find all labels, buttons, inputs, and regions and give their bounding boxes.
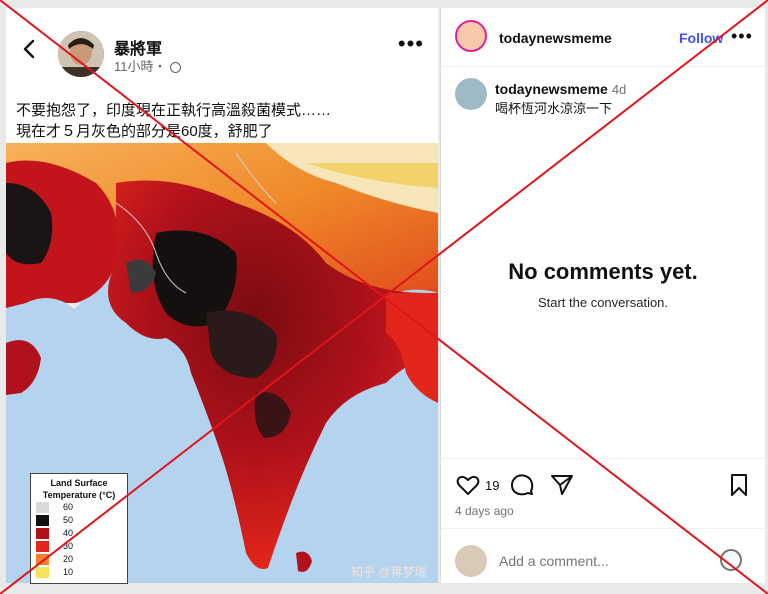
post-time[interactable]: 11小時・ (114, 59, 167, 74)
image-watermark: 知乎 @蒋梦瑞 (351, 565, 427, 579)
empty-comments-title: No comments yet. (508, 259, 698, 284)
legend-swatch (36, 502, 49, 513)
legend-swatch (36, 567, 49, 578)
follow-button[interactable]: Follow (679, 30, 723, 46)
legend-swatch (36, 554, 49, 565)
caption-author: todaynewsmeme 4d (495, 81, 626, 97)
legend-value: 40 (63, 528, 74, 538)
legend-row: 30 (31, 540, 127, 553)
legend-value: 20 (63, 554, 74, 564)
caption-username[interactable]: todaynewsmeme (495, 81, 608, 97)
caption-text: 喝杯恆河水涼涼一下 (495, 101, 613, 116)
divider (441, 458, 765, 459)
empty-comments-subtitle: Start the conversation. (537, 295, 669, 310)
legend-row: 20 (31, 553, 127, 566)
screenshot-frame: 暴將軍 11小時・ ••• 不要抱怨了，印度現在正執行高溫殺菌模式…… 現在才５… (0, 0, 768, 594)
back-arrow-icon[interactable] (18, 38, 40, 60)
more-icon[interactable]: ••• (398, 33, 424, 55)
caption-avatar[interactable] (455, 78, 487, 110)
legend-value: 30 (63, 541, 74, 551)
share-icon[interactable] (549, 472, 575, 498)
post-date: 4 days ago (455, 504, 514, 518)
current-user-avatar (455, 545, 487, 577)
profile-username[interactable]: todaynewsmeme (499, 30, 612, 46)
globe-icon (169, 62, 181, 73)
panel-header: todaynewsmeme Follow ••• (441, 8, 765, 67)
post-meta: 11小時・ (114, 56, 181, 75)
caption-age: 4d (611, 82, 627, 97)
caption-line-1: 不要抱怨了，印度現在正執行高溫殺菌模式…… (16, 102, 332, 119)
divider (441, 528, 765, 529)
bookmark-icon[interactable] (726, 472, 752, 498)
post-caption: 不要抱怨了，印度現在正執行高溫殺菌模式…… 現在才５月灰色的部分是60度，舒肥了 (16, 100, 331, 142)
caption-line-2: 現在才５月灰色的部分是60度，舒肥了 (16, 123, 273, 140)
legend-row: 50 (31, 514, 127, 527)
heart-icon[interactable] (455, 472, 481, 498)
legend-swatch (36, 528, 49, 539)
post-header: 暴將軍 11小時・ ••• (6, 8, 438, 93)
emoji-icon[interactable] (720, 549, 742, 571)
instagram-comments-panel: todaynewsmeme Follow ••• todaynewsmeme 4d… (440, 8, 765, 583)
temperature-legend: Land Surface Temperature (°C) 60 50 40 3… (30, 473, 128, 584)
legend-value: 10 (63, 567, 74, 577)
profile-avatar[interactable] (455, 20, 487, 52)
legend-row: 60 (31, 501, 127, 514)
legend-value: 50 (63, 515, 74, 525)
legend-row: 10 (31, 566, 127, 579)
legend-swatch (36, 515, 49, 526)
comment-icon[interactable] (509, 472, 535, 498)
legend-swatch (36, 541, 49, 552)
author-avatar[interactable] (58, 31, 104, 77)
like-count[interactable]: 19 (485, 478, 499, 493)
add-comment-input[interactable] (499, 553, 699, 569)
legend-row: 40 (31, 527, 127, 540)
facebook-post: 暴將軍 11小時・ ••• 不要抱怨了，印度現在正執行高溫殺菌模式…… 現在才５… (6, 8, 438, 584)
legend-title: Land Surface Temperature (°C) (42, 478, 116, 500)
legend-value: 60 (63, 502, 74, 512)
more-icon[interactable]: ••• (731, 26, 753, 47)
